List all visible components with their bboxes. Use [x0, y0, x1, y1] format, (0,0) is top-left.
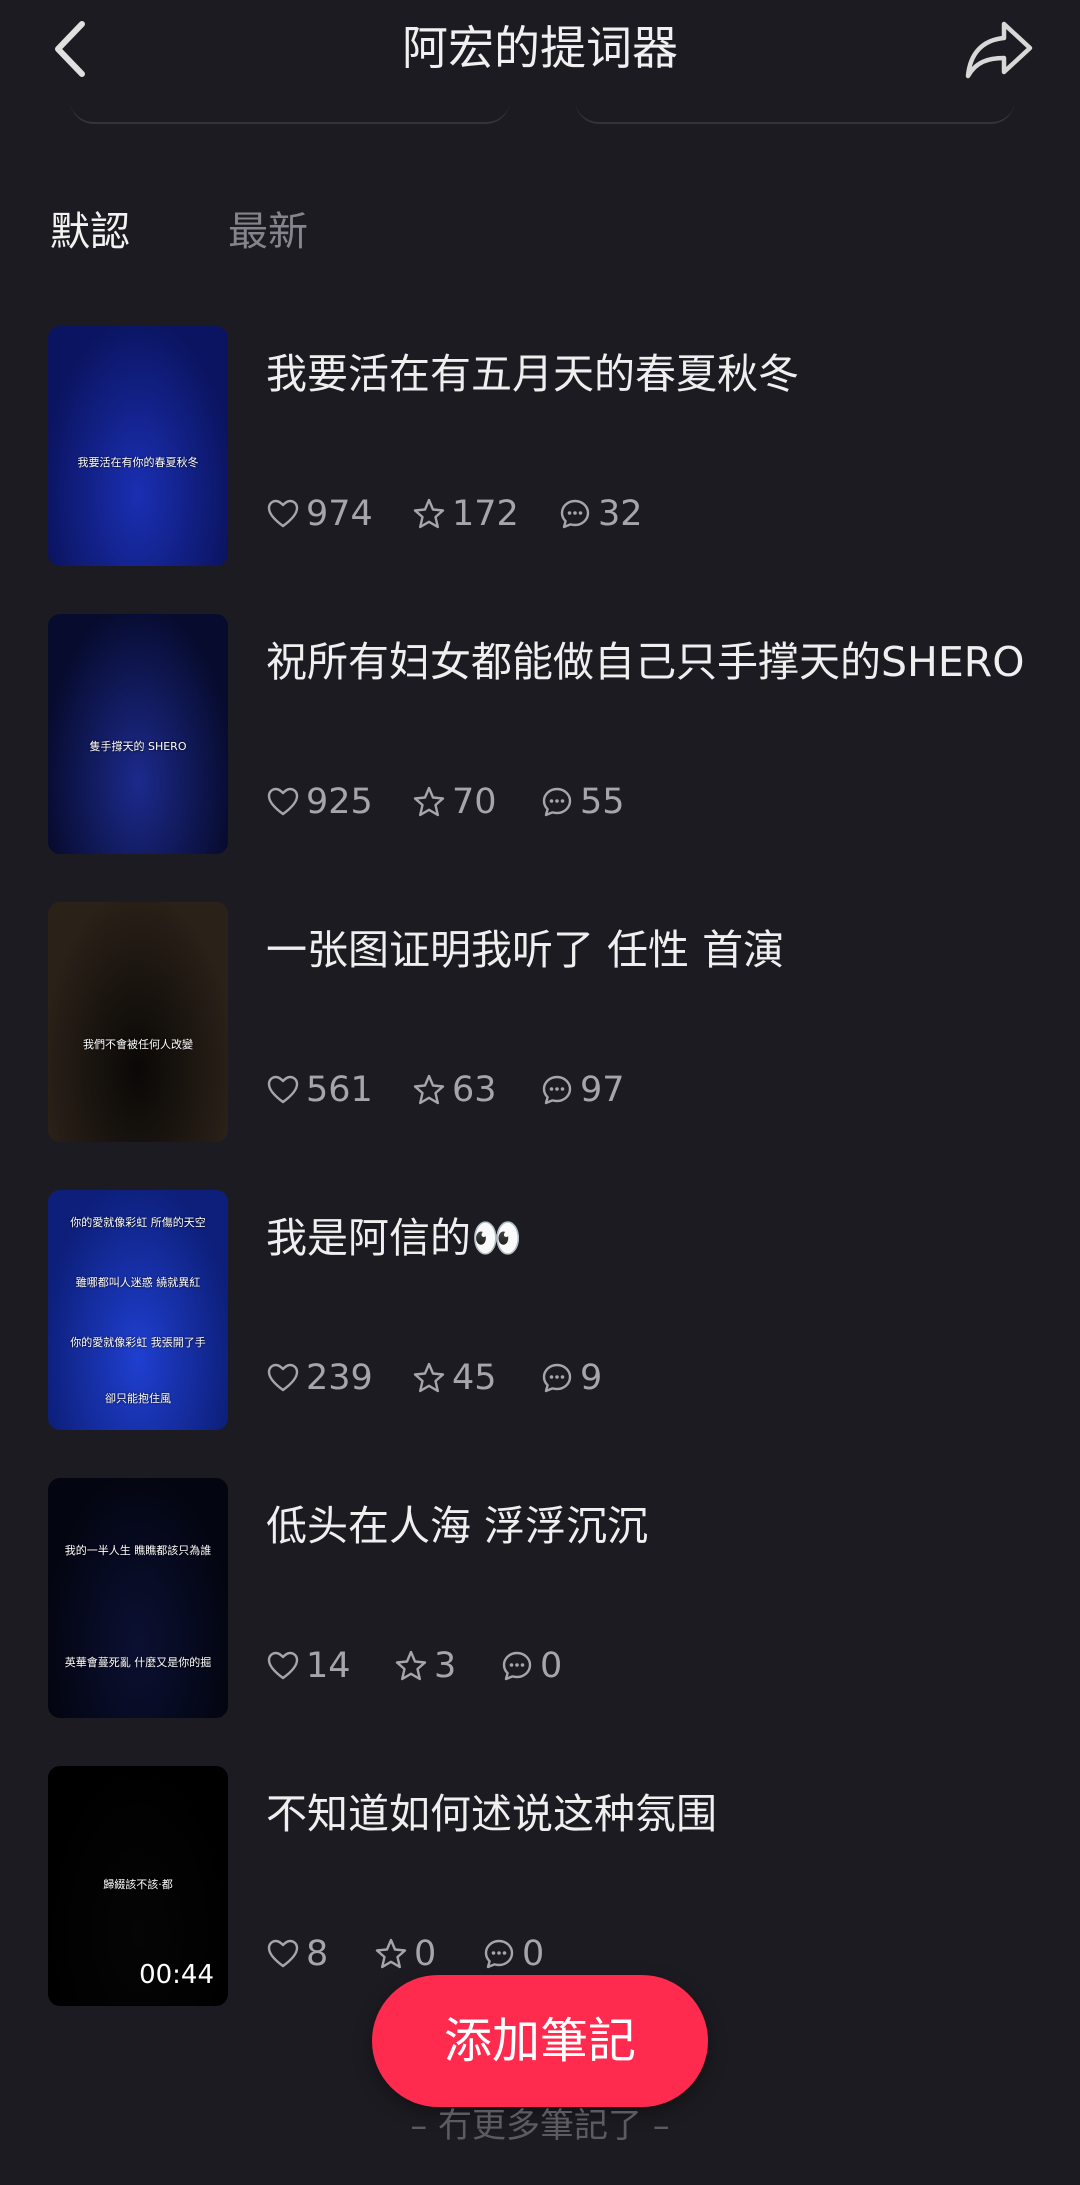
- note-thumbnail[interactable]: 我們不會被任何人改變: [48, 902, 228, 1142]
- star-icon: [413, 786, 445, 817]
- note-title: 低头在人海 浮浮沉沉: [266, 1502, 649, 1550]
- note-item[interactable]: 你的愛就像彩虹 所傷的天空 雖哪都叫人迷惑 繞就異紅 你的愛就像彩虹 我張開了手 卻只…: [48, 1190, 1048, 1430]
- heart-icon: [267, 787, 299, 816]
- tab-latest[interactable]: 最新: [228, 202, 308, 262]
- like-count-value: 561: [306, 1070, 373, 1110]
- comment-icon: [542, 1075, 572, 1105]
- comment-count[interactable]: 9: [540, 1358, 602, 1398]
- thumbnail-caption: 我們不會被任何人改變: [83, 1038, 193, 1051]
- note-item[interactable]: 我要活在有你的春夏秋冬 我要活在有五月天的春夏秋冬 974 172 32: [48, 326, 1048, 566]
- video-duration: 00:44: [139, 1960, 214, 1990]
- note-title: 不知道如何述说这种氛围: [266, 1790, 717, 1838]
- note-title: 我要活在有五月天的春夏秋冬: [266, 350, 799, 398]
- like-count-value: 974: [306, 494, 373, 534]
- thumbnail-caption: 英華會蔓死亂 什麼又是你的掘: [64, 1656, 212, 1669]
- comment-icon: [560, 499, 590, 529]
- heart-icon: [267, 1075, 299, 1104]
- like-count[interactable]: 974: [266, 494, 373, 534]
- thumbnail-caption: 歸綴該不該‧都: [103, 1878, 173, 1891]
- like-count-value: 14: [306, 1646, 351, 1686]
- star-count[interactable]: 45: [412, 1358, 497, 1398]
- note-item[interactable]: 我們不會被任何人改變 一张图证明我听了 任性 首演 561 63 97: [48, 902, 1048, 1142]
- heart-icon: [267, 499, 299, 528]
- like-count[interactable]: 239: [266, 1358, 373, 1398]
- like-count-value: 239: [306, 1358, 373, 1398]
- like-count[interactable]: 561: [266, 1070, 373, 1110]
- star-icon: [375, 1938, 407, 1969]
- like-count[interactable]: 14: [266, 1646, 351, 1686]
- comment-icon: [484, 1939, 514, 1969]
- share-arrow-icon: [965, 21, 1033, 79]
- thumbnail-caption: 你的愛就像彩虹 我張開了手: [70, 1336, 206, 1349]
- star-icon: [395, 1650, 427, 1681]
- note-thumbnail[interactable]: 你的愛就像彩虹 所傷的天空 雖哪都叫人迷惑 繞就異紅 你的愛就像彩虹 我張開了手 卻只…: [48, 1190, 228, 1430]
- thumbnail-caption: 我要活在有你的春夏秋冬: [77, 456, 199, 469]
- star-icon: [413, 1074, 445, 1105]
- note-thumbnail[interactable]: 我要活在有你的春夏秋冬: [48, 326, 228, 566]
- comment-count-value: 32: [598, 494, 643, 534]
- comment-count[interactable]: 0: [500, 1646, 562, 1686]
- note-title: 祝所有妇女都能做自己只手撑天的SHERO: [266, 638, 1025, 686]
- note-item[interactable]: 歸綴該不該‧都 00:44 不知道如何述说这种氛围 8 0 0: [48, 1766, 1048, 2006]
- end-of-list-text: – 冇更多筆記了 –: [410, 2106, 670, 2146]
- comment-icon: [542, 1363, 572, 1393]
- star-count-value: 63: [452, 1070, 497, 1110]
- page: 阿宏的提词器 默認 最新 我要活在有你的春夏秋冬 我要活在有五月天的春夏秋冬 974…: [0, 0, 1080, 2185]
- tab-default[interactable]: 默認: [50, 202, 130, 262]
- comment-count[interactable]: 55: [540, 782, 625, 822]
- comment-icon: [502, 1651, 532, 1681]
- comment-count-value: 0: [540, 1646, 563, 1686]
- heart-icon: [267, 1939, 299, 1968]
- comment-count-value: 55: [580, 782, 625, 822]
- thumbnail-caption: 你的愛就像彩虹 所傷的天空: [70, 1216, 206, 1229]
- star-count[interactable]: 0: [374, 1934, 436, 1974]
- heart-icon: [267, 1651, 299, 1680]
- note-thumbnail[interactable]: 歸綴該不該‧都 00:44: [48, 1766, 228, 2006]
- comment-count[interactable]: 97: [540, 1070, 625, 1110]
- like-count[interactable]: 8: [266, 1934, 328, 1974]
- note-item[interactable]: 我的一半人生 瞧瞧都該只為誰 英華會蔓死亂 什麼又是你的掘 低头在人海 浮浮沉沉 14…: [48, 1478, 1048, 1718]
- thumbnail-caption: 我的一半人生 瞧瞧都該只為誰: [64, 1544, 212, 1557]
- star-count-value: 70: [452, 782, 497, 822]
- thumbnail-caption: 卻只能抱住風: [105, 1392, 171, 1405]
- star-count-value: 45: [452, 1358, 497, 1398]
- star-count[interactable]: 3: [394, 1646, 456, 1686]
- star-count-value: 0: [414, 1934, 437, 1974]
- note-thumbnail[interactable]: 隻手撐天的 SHERO: [48, 614, 228, 854]
- like-count-value: 925: [306, 782, 373, 822]
- note-thumbnail[interactable]: 我的一半人生 瞧瞧都該只為誰 英華會蔓死亂 什麼又是你的掘: [48, 1478, 228, 1718]
- star-icon: [413, 498, 445, 529]
- thumbnail-caption: 隻手撐天的 SHERO: [89, 740, 187, 753]
- header: 阿宏的提词器: [0, 0, 1080, 100]
- note-item[interactable]: 隻手撐天的 SHERO 祝所有妇女都能做自己只手撑天的SHERO 925 70 55: [48, 614, 1048, 854]
- note-title: 我是阿信的👀: [266, 1214, 523, 1262]
- heart-icon: [267, 1363, 299, 1392]
- like-count[interactable]: 925: [266, 782, 373, 822]
- comment-count-value: 9: [580, 1358, 603, 1398]
- collapsed-card-edge: [70, 100, 510, 124]
- star-count-value: 172: [452, 494, 519, 534]
- star-icon: [413, 1362, 445, 1393]
- collapsed-card-edge: [575, 100, 1015, 124]
- comment-count-value: 97: [580, 1070, 625, 1110]
- star-count[interactable]: 172: [412, 494, 519, 534]
- star-count[interactable]: 70: [412, 782, 497, 822]
- share-button[interactable]: [962, 14, 1036, 84]
- star-count[interactable]: 63: [412, 1070, 497, 1110]
- comment-count[interactable]: 0: [482, 1934, 544, 1974]
- comment-count[interactable]: 32: [558, 494, 643, 534]
- comment-count-value: 0: [522, 1934, 545, 1974]
- page-title: 阿宏的提词器: [402, 21, 678, 75]
- comment-icon: [542, 787, 572, 817]
- note-title: 一张图证明我听了 任性 首演: [266, 926, 785, 974]
- add-note-button[interactable]: 添加筆記: [372, 1975, 708, 2107]
- like-count-value: 8: [306, 1934, 329, 1974]
- thumbnail-caption: 雖哪都叫人迷惑 繞就異紅: [75, 1276, 201, 1289]
- star-count-value: 3: [434, 1646, 457, 1686]
